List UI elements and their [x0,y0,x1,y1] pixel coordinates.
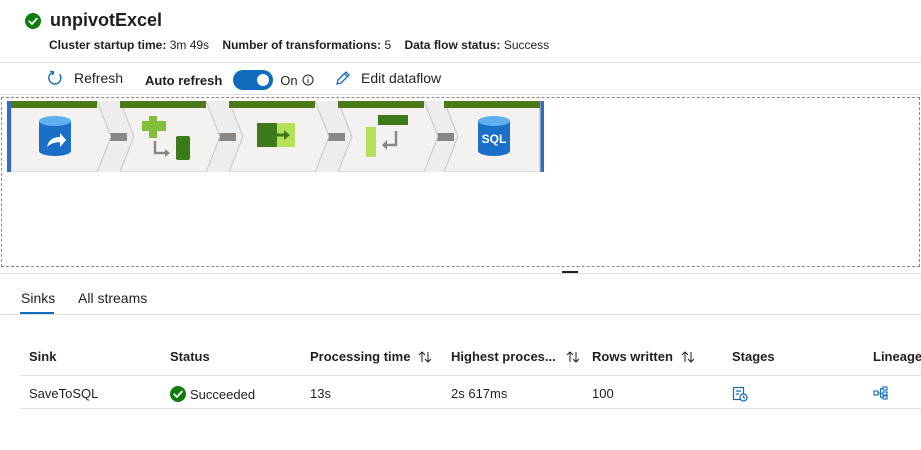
run-header: unpivotExcel Cluster startup time: 3m 49… [0,0,921,62]
stages-icon[interactable] [732,386,748,402]
tabs-divider [0,314,921,315]
run-meta: Cluster startup time: 3m 49s Number of t… [49,38,549,52]
derived-column-node[interactable] [229,101,329,172]
results-tabs: Sinks All streams [0,284,921,314]
status-text: Succeeded [190,386,256,402]
derived-column-icon [257,123,295,147]
pane-divider [0,273,921,274]
edit-dataflow-label: Edit dataflow [361,70,442,86]
auto-refresh-label: Auto refresh [145,72,223,88]
refresh-label: Refresh [74,70,124,86]
refresh-icon [48,70,62,85]
success-check-icon [25,12,41,29]
tab-sinks[interactable]: Sinks [21,290,55,306]
highest-processing-value: 2s 617ms [451,386,508,401]
sink-name: SaveToSQL [29,386,99,401]
rows-written-value: 100 [592,386,614,401]
transformations-value: 5 [384,38,392,52]
info-icon[interactable] [302,74,314,86]
unpivot-node[interactable] [120,101,220,172]
column-header-status[interactable]: Status [170,349,210,364]
processing-time-value: 13s [310,386,331,401]
lineage-icon[interactable] [873,386,889,400]
startup-label: Cluster startup time: [49,38,167,52]
sql-sink-node[interactable]: SQL [444,101,544,172]
status-cell: Succeeded [170,386,255,402]
column-header-sink[interactable]: Sink [29,349,56,364]
column-header-highest-processing[interactable]: Highest proces... [451,349,580,364]
sql-sink-label: SQL [482,132,507,146]
refresh-button[interactable]: Refresh [47,70,123,86]
status-value: Success [503,38,550,52]
pencil-icon [336,71,350,85]
lineage-cell [873,386,889,400]
sort-icon[interactable] [418,350,432,363]
column-header-rows-written[interactable]: Rows written [592,349,695,364]
toolbar-divider [0,94,921,95]
auto-refresh-control: Auto refresh On [145,70,314,90]
auto-refresh-toggle[interactable] [233,70,274,90]
sort-icon[interactable] [681,350,695,363]
status-label: Data flow status: [404,38,501,52]
dataflow-pipeline: SQL [7,101,544,172]
column-header-stages[interactable]: Stages [732,349,775,364]
transformations-label: Number of transformations: [222,38,382,52]
page-title: unpivotExcel [50,10,163,30]
tab-all-streams[interactable]: All streams [78,290,147,306]
source-database-icon [39,116,71,156]
startup-value: 3m 49s [169,38,210,52]
header-divider [0,62,921,63]
toolbar: Refresh Auto refresh On Edit dataflow [0,64,921,94]
column-header-processing-time[interactable]: Processing time [310,349,432,364]
dataflow-canvas[interactable]: SQL [1,97,920,267]
title-row: unpivotExcel [25,10,162,31]
edit-dataflow-button[interactable]: Edit dataflow [335,70,441,86]
source-node[interactable] [11,101,111,172]
select-node[interactable] [338,101,438,172]
auto-refresh-state: On [280,72,298,88]
success-check-icon [170,386,186,402]
column-header-lineage[interactable]: Lineage [873,349,921,364]
sort-icon[interactable] [566,350,580,363]
stages-cell [732,386,748,402]
